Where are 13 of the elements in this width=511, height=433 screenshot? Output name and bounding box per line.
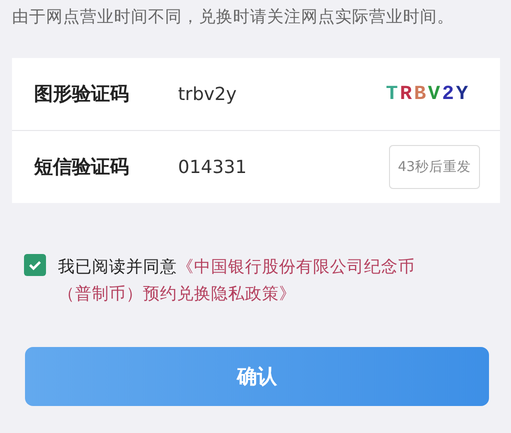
privacy-policy-link[interactable]: （普制币）预约兑换隐私政策》 — [58, 284, 296, 303]
resend-button[interactable]: 43秒后重发 — [388, 145, 480, 189]
checkbox[interactable] — [24, 254, 46, 276]
check-icon — [28, 258, 42, 272]
privacy-policy-link[interactable]: 《中国银行股份有限公司纪念币 — [177, 257, 415, 276]
captcha-image[interactable]: TRBV2Y — [376, 82, 480, 106]
agreement-text: 我已阅读并同意 — [58, 257, 177, 276]
field-label: 短信验证码 — [34, 155, 130, 180]
confirm-button[interactable]: 确认 — [25, 347, 489, 406]
field-label: 图形验证码 — [34, 82, 130, 107]
input-field[interactable]: trbv2y — [178, 84, 376, 104]
notice-text: 由于网点营业时间不同，兑换时请关注网点实际营业时间。 — [12, 6, 455, 28]
input-field[interactable]: 014331 — [178, 156, 389, 178]
